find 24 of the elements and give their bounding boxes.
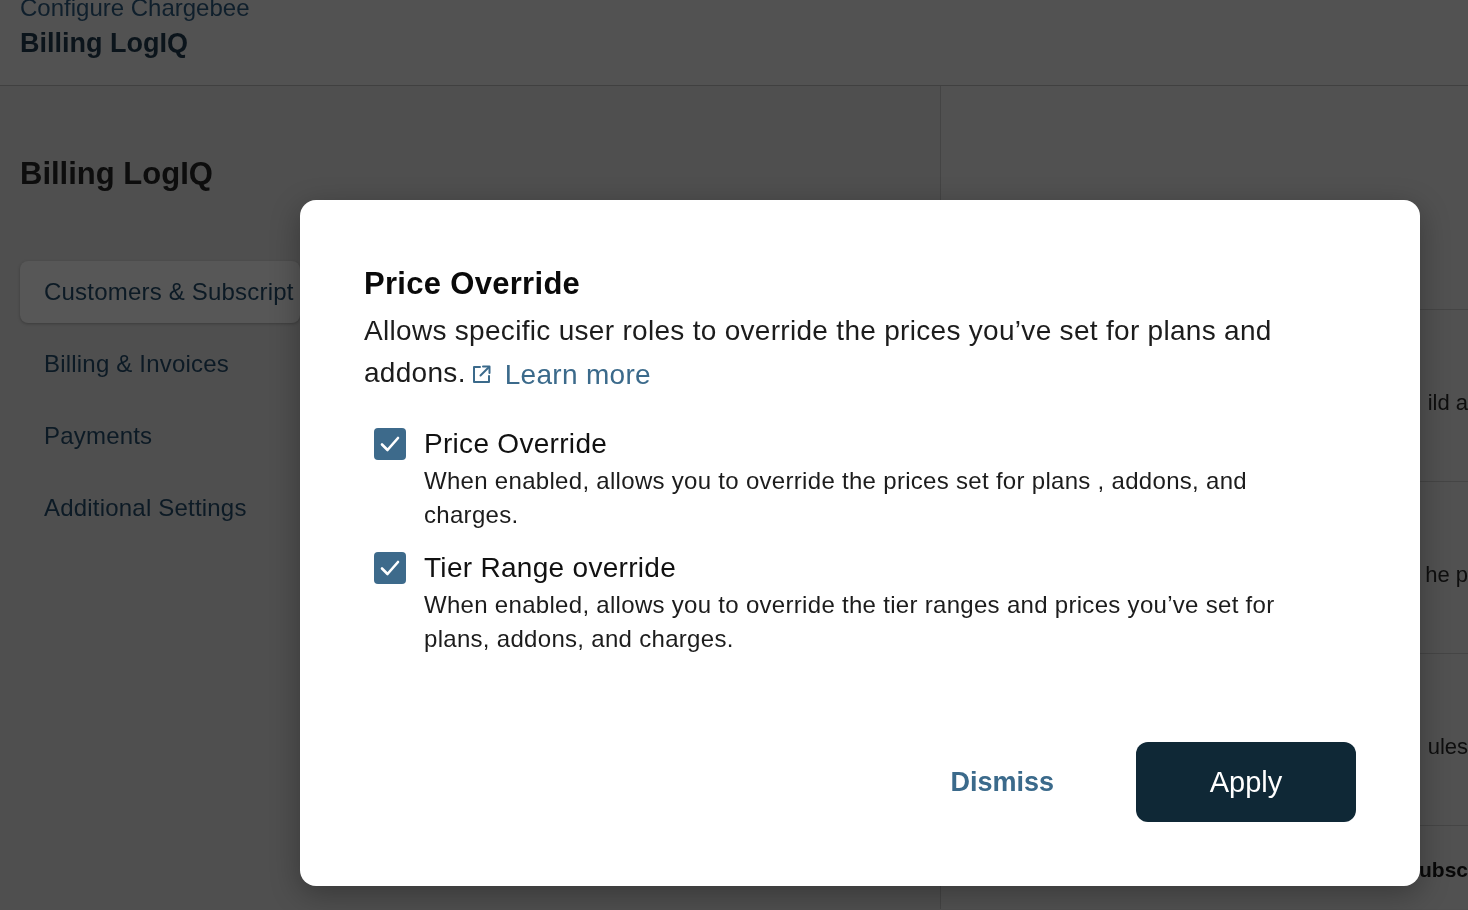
check-icon	[380, 559, 400, 576]
dialog-title: Price Override	[364, 265, 581, 303]
learn-more-link[interactable]: Learn more	[504, 353, 651, 396]
panel-section-title: ubsc	[1419, 858, 1468, 882]
option-description: When enabled, allows you to override the tier ranges and prices you’ve set for plans, addons, and charges.	[424, 589, 1276, 654]
sidebar-item[interactable]: Billing & Invoices	[20, 333, 300, 395]
sidebar-item[interactable]: Payments	[20, 405, 300, 467]
sidebar-item[interactable]: Additional Settings	[20, 477, 300, 539]
sidebar-item[interactable]: Customers & Subscript	[20, 261, 300, 323]
dialog-description: Allows specific user roles to override the prices you’ve set for plans and addons. Learn more	[364, 310, 1304, 396]
option-label: Price Override	[424, 426, 608, 461]
panel-row-text: ules	[1427, 733, 1468, 760]
option-description: When enabled, allows you to override the prices set for plans , addons, and charges.	[424, 465, 1248, 530]
dismiss-button[interactable]: Dismiss	[926, 742, 1078, 822]
external-link-icon	[471, 365, 491, 385]
check-icon	[380, 435, 400, 452]
header-title: Billing LogIQ	[20, 27, 188, 60]
apply-button[interactable]: Apply	[1136, 742, 1356, 822]
checkbox[interactable]	[374, 427, 406, 460]
page-title: Billing LogIQ	[20, 156, 213, 192]
option-label: Tier Range override	[424, 550, 677, 585]
checkbox[interactable]	[374, 551, 406, 584]
panel-row-text: he p	[1425, 561, 1468, 588]
panel-row-text: ild a	[1427, 389, 1468, 416]
